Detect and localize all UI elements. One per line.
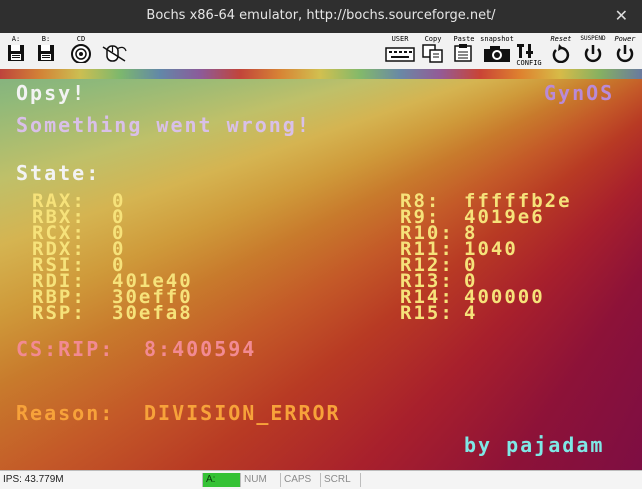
num-indicator: NUM <box>240 473 280 487</box>
header-left: Opsy! <box>16 81 87 105</box>
power-icon <box>616 45 634 63</box>
mouse-icon <box>102 45 127 62</box>
csrip-value: 8:400594 <box>144 337 257 361</box>
close-icon[interactable]: ✕ <box>615 6 628 25</box>
suspend-button[interactable]: SUSPEND <box>576 35 610 67</box>
config-label: CONFIG <box>516 59 542 67</box>
register-name: R15: <box>400 302 454 324</box>
ips-indicator: IPS: 43.779M <box>3 474 64 485</box>
reset-icon <box>552 44 570 63</box>
cdrom-label: CD <box>76 35 86 43</box>
register-value: 4 <box>464 302 478 324</box>
mouse-button[interactable] <box>98 35 130 67</box>
reset-button[interactable]: Reset <box>546 35 576 67</box>
window-titlebar: Bochs x86-64 emulator, http://bochs.sour… <box>0 0 642 33</box>
copy-icon <box>422 44 443 63</box>
error-message: Something went wrong! <box>16 113 311 137</box>
snapshot-label: snapshot <box>480 35 514 43</box>
config-button[interactable]: CONFIG <box>514 35 544 67</box>
status-spacer <box>360 473 642 487</box>
floppy-a-indicator: A: <box>202 473 240 487</box>
floppy-b-button[interactable]: B: <box>34 35 58 67</box>
state-label: State: <box>16 161 101 185</box>
config-icon <box>517 44 533 58</box>
register-name: RSP: <box>32 302 86 324</box>
camera-icon <box>484 46 510 62</box>
reason-value: DIVISION_ERROR <box>144 401 341 425</box>
reason-label: Reason: <box>16 401 115 425</box>
emulator-screen[interactable]: Opsy! GynOS Something went wrong! State:… <box>0 69 642 470</box>
floppy-b-label: B: <box>41 35 51 43</box>
top-color-stripe <box>0 69 642 79</box>
register-value: 30efa8 <box>112 302 193 324</box>
floppy-a-label: A: <box>11 35 21 43</box>
bochs-toolbar: A: B: CD USER Copy Paste snapshot CONFIG… <box>0 33 642 70</box>
cdrom-button[interactable]: CD <box>66 35 96 67</box>
header-right: GynOS <box>544 81 615 105</box>
floppy-a-button[interactable]: A: <box>4 35 28 67</box>
power-button[interactable]: Power <box>610 35 640 67</box>
statusbar: IPS: 43.779M A: NUM CAPS SCRL <box>0 470 642 489</box>
scrl-indicator: SCRL <box>320 473 360 487</box>
window-title: Bochs x86-64 emulator, http://bochs.sour… <box>146 8 496 23</box>
keyboard-icon <box>385 47 415 62</box>
power-label: Power <box>614 35 636 43</box>
floppy-icon <box>8 45 24 61</box>
copy-label: Copy <box>424 35 442 43</box>
paste-button[interactable]: Paste <box>450 35 478 67</box>
paste-icon <box>454 44 472 62</box>
reset-label: Reset <box>550 35 572 43</box>
user-label: USER <box>391 35 409 43</box>
paste-label: Paste <box>453 35 475 43</box>
caps-indicator: CAPS <box>280 473 320 487</box>
csrip-label: CS:RIP: <box>16 337 115 361</box>
cdrom-icon <box>71 44 91 63</box>
credit: by pajadam <box>464 433 605 457</box>
suspend-label: SUSPEND <box>580 35 606 42</box>
snapshot-button[interactable]: snapshot <box>480 35 514 67</box>
user-button[interactable]: USER <box>384 35 416 67</box>
floppy-icon <box>38 45 54 61</box>
copy-button[interactable]: Copy <box>420 35 446 67</box>
suspend-icon <box>584 45 602 63</box>
